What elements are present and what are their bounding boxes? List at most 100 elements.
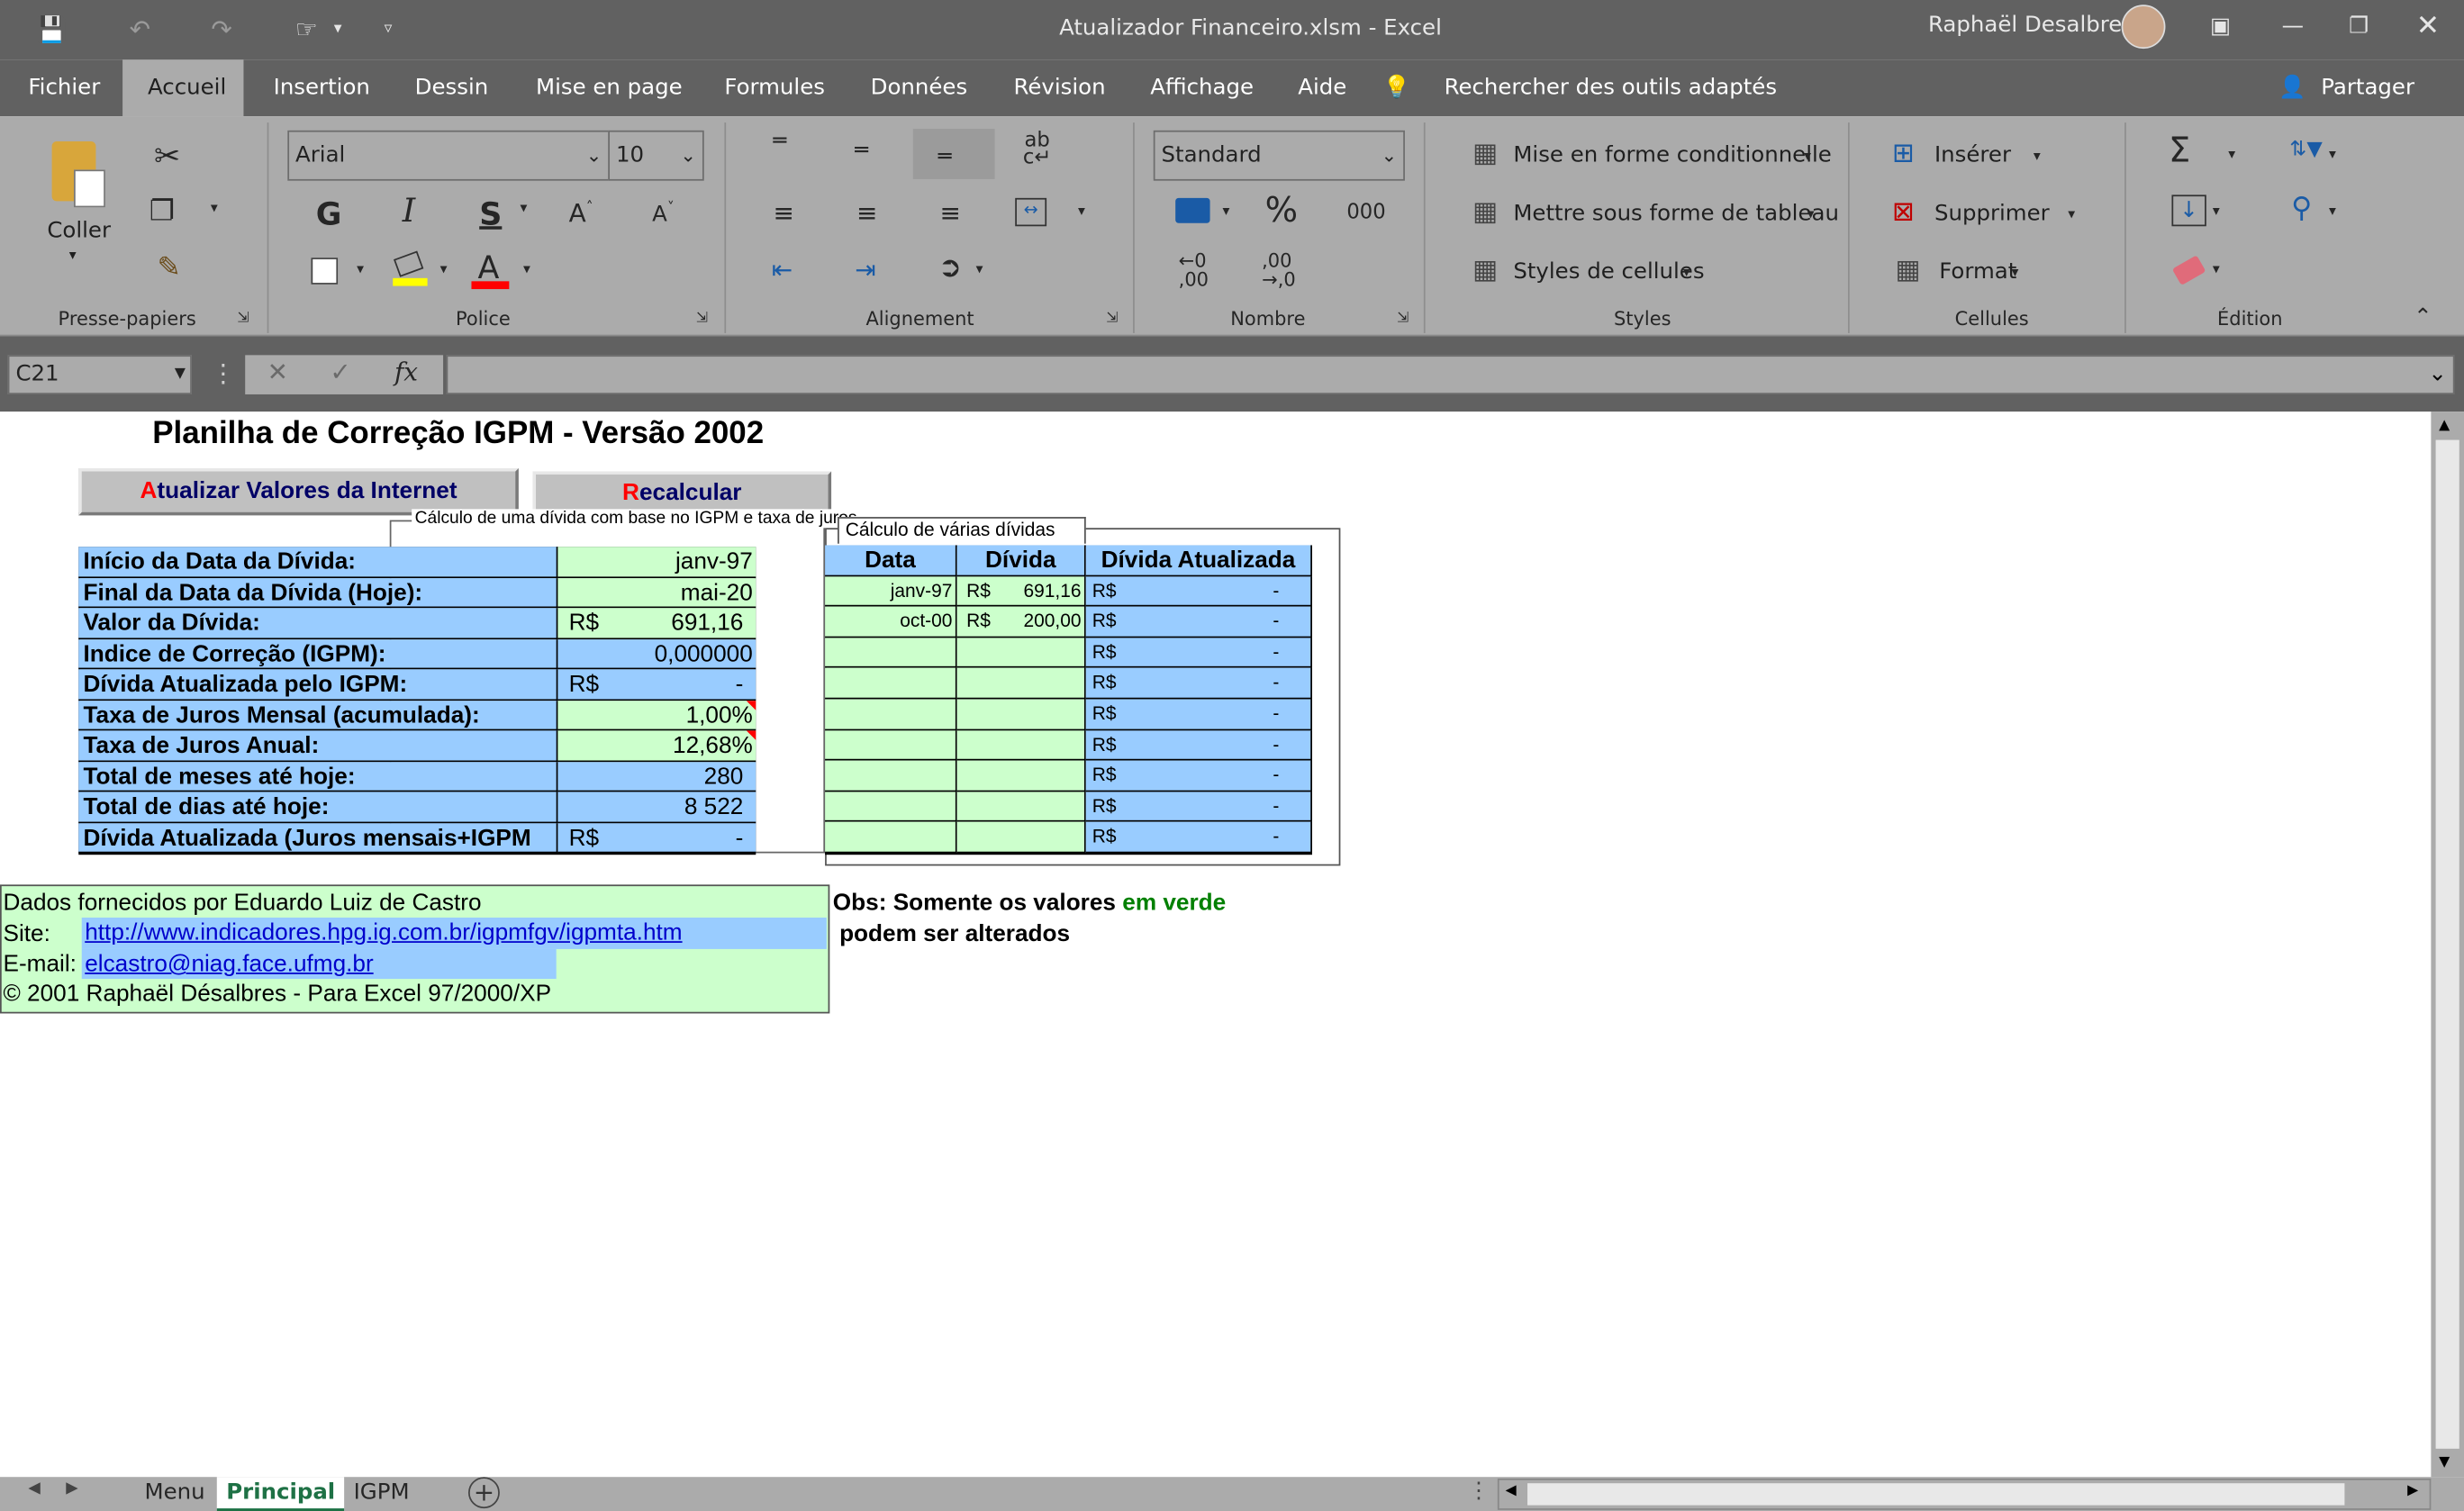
paste-button[interactable]	[47, 135, 110, 211]
ribbon-display-options-icon[interactable]: ▣	[2184, 0, 2256, 53]
touch-mode-dropdown-icon[interactable]: ▾	[321, 13, 355, 47]
delete-cells-button[interactable]: Supprimer	[1934, 201, 2050, 226]
enter-icon[interactable]: ✓	[330, 357, 350, 386]
tab-review[interactable]: Révision	[989, 59, 1131, 116]
tab-view[interactable]: Affichage	[1125, 59, 1279, 116]
sheet-tab-igpm[interactable]: IGPM	[344, 1477, 419, 1511]
save-icon[interactable]: 💾	[34, 13, 68, 47]
insert-cells-button[interactable]: Insérer	[1934, 143, 2011, 168]
search-tools[interactable]: Rechercher des outils adaptés	[1419, 59, 1802, 116]
multi-cell[interactable]: oct-00	[825, 606, 957, 638]
scroll-up-icon[interactable]: ▲	[2439, 418, 2450, 433]
decrease-indent-icon[interactable]: ⇤	[772, 255, 793, 285]
align-center-icon[interactable]: ≡	[856, 198, 877, 228]
expand-formula-icon[interactable]: ⌄	[2428, 357, 2446, 393]
align-left-icon[interactable]: ≡	[773, 198, 793, 228]
vertical-scroll-thumb[interactable]	[2435, 439, 2459, 1449]
formula-input[interactable]: ⌄	[446, 355, 2455, 394]
redo-icon[interactable]: ↷	[204, 13, 239, 47]
conditional-formatting-dropdown-icon[interactable]: ▾	[1804, 149, 1811, 165]
sheet-tab-menu[interactable]: Menu	[135, 1477, 214, 1511]
worksheet[interactable]: Planilha de Correção IGPM - Versão 2002 …	[0, 412, 2432, 1478]
multi-cell[interactable]	[825, 792, 957, 823]
scroll-right-icon[interactable]: ▶	[2407, 1483, 2418, 1498]
tab-insert[interactable]: Insertion	[249, 59, 395, 116]
find-select-icon[interactable]: ⚲	[2291, 192, 2312, 225]
vertical-scrollbar[interactable]: ▲ ▼	[2431, 412, 2464, 1478]
tab-home[interactable]: Accueil	[122, 59, 244, 117]
multi-cell[interactable]	[956, 760, 1086, 792]
multi-cell[interactable]: R$ -	[1085, 606, 1312, 638]
number-format-select[interactable]: Standard ⌄	[1153, 130, 1405, 181]
multi-cell[interactable]: R$ -	[1085, 575, 1312, 607]
currency-dropdown-icon[interactable]: ▾	[1223, 204, 1230, 220]
decrease-decimal-button[interactable]: ,00 →,0	[1262, 251, 1306, 292]
multi-cell[interactable]	[956, 668, 1086, 700]
clear-icon[interactable]	[2171, 255, 2206, 286]
comment-indicator-icon[interactable]	[746, 700, 756, 710]
email-link[interactable]: elcastro@niag.face.ufmg.br	[85, 951, 373, 978]
fill-dropdown-icon[interactable]: ▾	[2213, 204, 2220, 220]
close-icon[interactable]: ✕	[2392, 0, 2464, 53]
customize-quick-access-icon[interactable]: ▿	[371, 13, 405, 47]
share-button[interactable]: Partager	[2315, 59, 2421, 116]
format-as-table-button[interactable]: Mettre sous forme de tableau	[1513, 201, 1839, 226]
tab-page-layout[interactable]: Mise en page	[511, 59, 708, 116]
tab-draw[interactable]: Dessin	[390, 59, 513, 116]
underline-button[interactable]: S	[479, 195, 502, 232]
merge-center-icon[interactable]: ↔	[1015, 197, 1047, 227]
multi-cell[interactable]	[956, 729, 1086, 761]
italic-button[interactable]: I	[403, 192, 415, 230]
multi-cell[interactable]	[956, 699, 1086, 730]
bold-button[interactable]: G	[316, 195, 342, 232]
cut-icon[interactable]: ✂	[154, 137, 180, 175]
insert-function-icon[interactable]: fx	[394, 357, 418, 386]
tab-splitter-icon[interactable]: ⋮	[1468, 1479, 1490, 1504]
add-sheet-icon[interactable]: +	[467, 1477, 500, 1509]
multi-cell[interactable]	[825, 729, 957, 761]
format-cells-button[interactable]: Format	[1939, 259, 2016, 285]
multi-cell[interactable]	[825, 638, 957, 669]
shrink-font-icon[interactable]: A˅	[652, 201, 675, 227]
grow-font-icon[interactable]: A˄	[569, 198, 593, 228]
format-painter-icon[interactable]: ✎	[157, 251, 180, 285]
alignment-launcher-icon[interactable]: ⇲	[1106, 311, 1118, 326]
restore-icon[interactable]: ❐	[2323, 0, 2395, 53]
avatar[interactable]	[2121, 5, 2166, 50]
horizontal-scrollbar[interactable]: ◀ ▶	[1497, 1478, 2432, 1510]
fill-color-dropdown-icon[interactable]: ▾	[440, 262, 448, 277]
multi-cell[interactable]	[825, 760, 957, 792]
conditional-formatting-button[interactable]: Mise en forme conditionnelle	[1513, 143, 1831, 168]
increase-decimal-button[interactable]: ←0,00	[1179, 251, 1223, 292]
merge-dropdown-icon[interactable]: ▾	[1078, 204, 1085, 220]
find-dropdown-icon[interactable]: ▾	[2329, 204, 2336, 220]
multi-cell[interactable]: R$ -	[1085, 699, 1312, 730]
font-color-dropdown-icon[interactable]: ▾	[523, 262, 530, 277]
sort-filter-dropdown-icon[interactable]: ▾	[2329, 148, 2336, 163]
increase-indent-icon[interactable]: ⇥	[855, 255, 875, 285]
multi-cell[interactable]	[825, 668, 957, 700]
align-bottom-button[interactable]: ═	[912, 129, 995, 179]
orientation-dropdown-icon[interactable]: ▾	[976, 262, 983, 277]
tab-help[interactable]: Aide	[1273, 59, 1372, 116]
scroll-down-icon[interactable]: ▼	[2439, 1455, 2450, 1470]
multi-cell[interactable]	[956, 638, 1086, 669]
tab-data[interactable]: Données	[846, 59, 992, 116]
sheet-tab-principal[interactable]: Principal	[216, 1477, 345, 1511]
minimize-icon[interactable]: —	[2257, 0, 2329, 53]
borders-dropdown-icon[interactable]: ▾	[357, 262, 364, 277]
clear-dropdown-icon[interactable]: ▾	[2213, 262, 2220, 277]
tab-formulas[interactable]: Formules	[699, 59, 849, 116]
font-size-select[interactable]: 10 ⌄	[608, 130, 704, 181]
copy-icon[interactable]: ❐	[149, 195, 175, 228]
name-box-dropdown-icon[interactable]: ▼	[175, 357, 186, 393]
prev-sheet-icon[interactable]: ◀	[28, 1480, 40, 1497]
more-options-icon[interactable]: ⋮	[211, 358, 236, 388]
multi-cell[interactable]: janv-97	[825, 575, 957, 607]
font-name-select[interactable]: Arial ⌄	[287, 130, 611, 181]
percent-button[interactable]: %	[1265, 192, 1298, 231]
autosum-dropdown-icon[interactable]: ▾	[2228, 148, 2235, 163]
cell-styles-button[interactable]: Styles de cellules	[1513, 259, 1704, 285]
multi-cell[interactable]: R$ -	[1085, 792, 1312, 823]
multi-cell[interactable]	[956, 822, 1086, 854]
